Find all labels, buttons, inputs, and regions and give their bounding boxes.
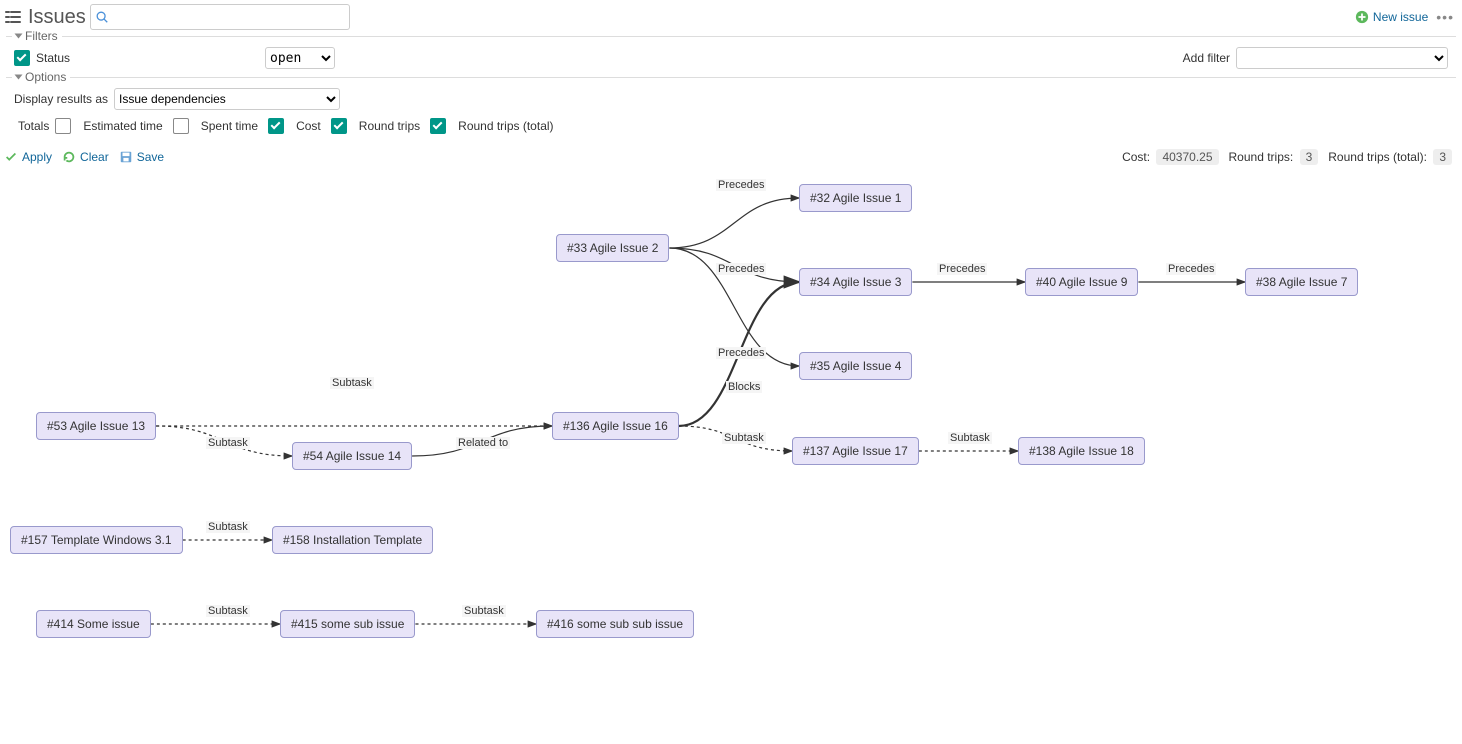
totals-round-trips: Round trips: 3 — [1229, 150, 1319, 164]
issue-node[interactable]: #33 Agile Issue 2 — [556, 234, 669, 262]
issue-node[interactable]: #38 Agile Issue 7 — [1245, 268, 1358, 296]
reload-icon — [62, 150, 76, 164]
edge-label: Subtask — [462, 605, 506, 617]
issue-node[interactable]: #35 Agile Issue 4 — [799, 352, 912, 380]
search-icon — [95, 10, 109, 24]
totals-spent-time-checkbox[interactable] — [173, 118, 189, 134]
clear-button[interactable]: Clear — [62, 150, 109, 164]
issue-node[interactable]: #138 Agile Issue 18 — [1018, 437, 1145, 465]
filters-legend[interactable]: Filters — [12, 29, 62, 43]
edge-label: Subtask — [722, 432, 766, 444]
more-actions[interactable]: ••• — [1434, 9, 1456, 25]
totals-label: Totals — [18, 119, 49, 133]
issue-node[interactable]: #415 some sub issue — [280, 610, 415, 638]
issue-node[interactable]: #54 Agile Issue 14 — [292, 442, 412, 470]
page-title-text: Issues — [28, 6, 86, 29]
page-title: Issues — [4, 6, 86, 29]
totals-cost: Cost: 40370.25 — [1122, 150, 1218, 164]
issue-node[interactable]: #34 Agile Issue 3 — [799, 268, 912, 296]
edge-label: Precedes — [716, 263, 766, 275]
status-filter-label: Status — [36, 51, 70, 65]
display-results-select[interactable]: Issue dependencies — [114, 88, 340, 110]
issue-node[interactable]: #32 Agile Issue 1 — [799, 184, 912, 212]
issue-node[interactable]: #40 Agile Issue 9 — [1025, 268, 1138, 296]
display-results-label: Display results as — [14, 92, 108, 106]
save-button[interactable]: Save — [119, 150, 164, 164]
status-filter-select[interactable]: open — [265, 47, 335, 69]
edge-label: Subtask — [206, 521, 250, 533]
issue-node[interactable]: #414 Some issue — [36, 610, 151, 638]
edge-label: Precedes — [716, 179, 766, 191]
edge-label: Blocks — [726, 381, 762, 393]
issue-node[interactable]: #158 Installation Template — [272, 526, 433, 554]
totals-estimated-time-checkbox[interactable] — [55, 118, 71, 134]
apply-button[interactable]: Apply — [4, 150, 52, 164]
edge-label: Precedes — [716, 347, 766, 359]
totals-round-trips-total-checkbox[interactable] — [430, 118, 446, 134]
issues-icon — [4, 8, 22, 26]
edge-label: Related to — [456, 437, 510, 449]
totals-cost-checkbox[interactable] — [268, 118, 284, 134]
status-filter-checkbox[interactable] — [14, 50, 30, 66]
edge-label: Subtask — [206, 437, 250, 449]
disk-icon — [119, 150, 133, 164]
edge-label: Precedes — [1166, 263, 1216, 275]
totals-round-trips-checkbox[interactable] — [331, 118, 347, 134]
edge-label: Subtask — [948, 432, 992, 444]
search-input[interactable] — [109, 9, 345, 25]
dependency-graph: #33 Agile Issue 2 #32 Agile Issue 1 #34 Ag… — [0, 170, 1462, 700]
add-filter-select[interactable] — [1236, 47, 1448, 69]
issue-node[interactable]: #157 Template Windows 3.1 — [10, 526, 183, 554]
edge-label: Subtask — [330, 377, 374, 389]
edge-label: Subtask — [206, 605, 250, 617]
plus-icon — [1355, 10, 1369, 24]
edge-label: Precedes — [937, 263, 987, 275]
search-box[interactable] — [90, 4, 350, 30]
new-issue-link[interactable]: New issue — [1355, 10, 1428, 24]
issue-node[interactable]: #53 Agile Issue 13 — [36, 412, 156, 440]
check-icon — [4, 150, 18, 164]
add-filter-label: Add filter — [1183, 51, 1230, 65]
issue-node[interactable]: #137 Agile Issue 17 — [792, 437, 919, 465]
issue-node[interactable]: #416 some sub sub issue — [536, 610, 694, 638]
totals-round-trips-total: Round trips (total): 3 — [1328, 150, 1452, 164]
issue-node[interactable]: #136 Agile Issue 16 — [552, 412, 679, 440]
options-legend[interactable]: Options — [12, 70, 70, 84]
